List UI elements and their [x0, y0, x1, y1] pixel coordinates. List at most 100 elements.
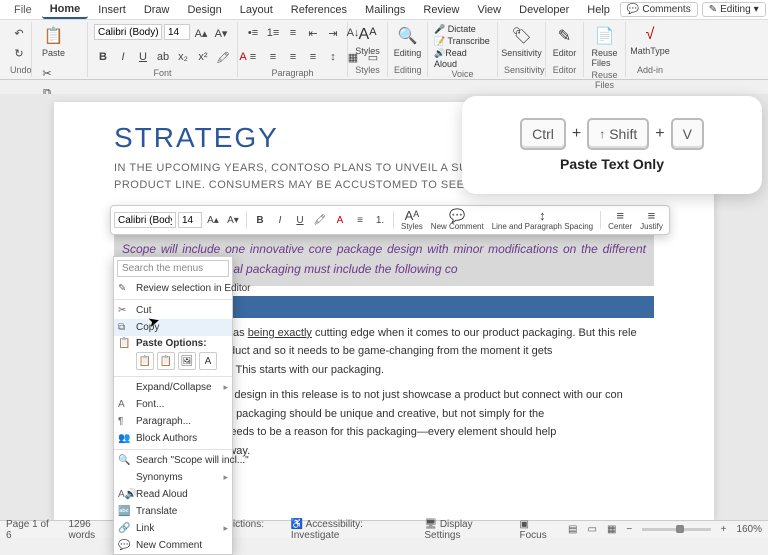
ctx-synonyms[interactable]: Synonyms▸ — [114, 469, 232, 486]
paste-picture-icon[interactable]: 🖼 — [178, 352, 196, 370]
ctx-paragraph[interactable]: ¶Paragraph... — [114, 413, 232, 430]
ctx-read-aloud[interactable]: A🔊Read Aloud — [114, 486, 232, 503]
paste-keep-source-icon[interactable]: 📋 — [136, 352, 154, 370]
align-center-icon[interactable]: ≡ — [264, 48, 282, 66]
group-paragraph-label: Paragraph — [244, 68, 341, 78]
view-print-icon[interactable]: ▤ — [568, 524, 577, 535]
sensitivity-button[interactable]: 🏷Sensitivity — [504, 24, 539, 60]
paste-text-only-icon[interactable]: A — [199, 352, 217, 370]
indent-dec-icon[interactable]: ⇤ — [304, 24, 322, 42]
tab-insert[interactable]: Insert — [90, 2, 134, 18]
tab-help[interactable]: Help — [579, 2, 618, 18]
mt-bullets-icon[interactable]: ≡ — [351, 211, 369, 229]
tab-review[interactable]: Review — [415, 2, 467, 18]
reuse-files-button[interactable]: 📄Reuse Files — [590, 24, 619, 70]
status-words[interactable]: 1296 words — [68, 519, 119, 541]
mt-font-size[interactable] — [178, 212, 202, 228]
italic-icon[interactable]: I — [114, 48, 132, 66]
mt-highlight-icon[interactable]: 🖍 — [311, 211, 329, 229]
tab-layout[interactable]: Layout — [232, 2, 281, 18]
strike-icon[interactable]: ab — [154, 48, 172, 66]
ctx-copy[interactable]: ⧉Copy — [114, 319, 232, 336]
editing-button[interactable]: 🔍Editing — [394, 24, 421, 60]
shrink-font-icon[interactable]: A▾ — [212, 24, 230, 42]
font-name-select[interactable] — [94, 24, 162, 40]
read-aloud-button[interactable]: 🔊Read Aloud — [434, 48, 491, 69]
ctx-search-input[interactable]: Search the menus — [117, 260, 229, 277]
mt-shrink-font-icon[interactable]: A▾ — [224, 211, 242, 229]
tab-file[interactable]: File — [6, 2, 40, 18]
mt-font-color-icon[interactable]: A — [331, 211, 349, 229]
numbering-icon[interactable]: 1≡ — [264, 24, 282, 42]
tab-design[interactable]: Design — [179, 2, 229, 18]
group-editing-label: Editing — [394, 65, 421, 75]
ctx-font[interactable]: AFont... — [114, 396, 232, 413]
tab-developer[interactable]: Developer — [511, 2, 577, 18]
status-display-settings[interactable]: 🖥 Display Settings — [424, 519, 509, 541]
underline-icon[interactable]: U — [134, 48, 152, 66]
superscript-icon[interactable]: x² — [194, 48, 212, 66]
mt-underline-icon[interactable]: U — [291, 211, 309, 229]
comments-button[interactable]: 💬 Comments — [620, 2, 698, 17]
zoom-level[interactable]: 160% — [736, 524, 762, 535]
mt-styles-icon: Aᴬ — [405, 209, 420, 222]
tab-references[interactable]: References — [283, 2, 355, 18]
font-size-select[interactable] — [164, 24, 190, 40]
zoom-slider[interactable] — [642, 528, 710, 531]
status-focus[interactable]: ▣ Focus — [519, 519, 558, 541]
status-page[interactable]: Page 1 of 6 — [6, 519, 56, 541]
mt-font-name[interactable] — [114, 212, 176, 228]
dictate-button[interactable]: 🎤 Dictate — [434, 24, 476, 35]
zoom-out-icon[interactable]: − — [626, 524, 632, 535]
paste-merge-icon[interactable]: 📋 — [157, 352, 175, 370]
zoom-in-icon[interactable]: + — [721, 524, 727, 535]
status-accessibility[interactable]: ♿ Accessibility: Investigate — [291, 519, 412, 541]
view-web-icon[interactable]: ▦ — [607, 524, 616, 535]
align-left-icon[interactable]: ≡ — [244, 48, 262, 66]
tab-mailings[interactable]: Mailings — [357, 2, 413, 18]
cut-icon: ✂ — [118, 305, 130, 316]
mt-bold-icon[interactable]: B — [251, 211, 269, 229]
ctx-link[interactable]: 🔗Link▸ — [114, 520, 232, 537]
align-right-icon[interactable]: ≡ — [284, 48, 302, 66]
mt-numbering-icon[interactable]: 1. — [371, 211, 389, 229]
editor-button[interactable]: ✎Editor — [552, 24, 577, 60]
justify-icon[interactable]: ≡ — [304, 48, 322, 66]
mt-grow-font-icon[interactable]: A▴ — [204, 211, 222, 229]
mt-justify-button[interactable]: ≡Justify — [637, 209, 666, 231]
highlight-icon[interactable]: 🖍 — [214, 48, 232, 66]
tab-draw[interactable]: Draw — [136, 2, 178, 18]
editing-mode-button[interactable]: ✎ Editing ▾ — [702, 2, 766, 17]
ctx-search-selection[interactable]: 🔍Search "Scope will incl..." — [114, 452, 232, 469]
styles-button[interactable]: AᴬStyles — [354, 24, 381, 58]
mt-styles-button[interactable]: AᴬStyles — [398, 209, 426, 231]
ctx-expand-collapse[interactable]: Expand/Collapse▸ — [114, 379, 232, 396]
tab-view[interactable]: View — [469, 2, 509, 18]
redo-icon[interactable]: ↻ — [10, 44, 28, 62]
ctx-new-comment[interactable]: 💬New Comment — [114, 537, 232, 554]
tab-home[interactable]: Home — [42, 1, 89, 19]
paste-button[interactable]: 📋Paste — [38, 24, 69, 60]
ctx-cut[interactable]: ✂Cut — [114, 302, 232, 319]
undo-icon[interactable]: ↶ — [10, 24, 28, 42]
grow-font-icon[interactable]: A▴ — [192, 24, 210, 42]
multilevel-icon[interactable]: ≡ — [284, 24, 302, 42]
mathtype-button[interactable]: √MathType — [632, 24, 668, 58]
subscript-icon[interactable]: x₂ — [174, 48, 192, 66]
mathtype-label: MathType — [630, 46, 670, 56]
line-spacing-icon[interactable]: ↕ — [324, 48, 342, 66]
indent-inc-icon[interactable]: ⇥ — [324, 24, 342, 42]
view-read-icon[interactable]: ▭ — [587, 524, 596, 535]
ctx-translate[interactable]: 🔤Translate — [114, 503, 232, 520]
cut-icon[interactable]: ✂ — [38, 64, 56, 82]
mt-line-spacing-button[interactable]: ↕Line and Paragraph Spacing — [489, 209, 596, 231]
styles-label: Styles — [355, 46, 380, 56]
ctx-block-authors[interactable]: 👥Block Authors — [114, 430, 232, 447]
mt-italic-icon[interactable]: I — [271, 211, 289, 229]
ctx-review-editor[interactable]: ✎Review selection in Editor — [114, 280, 232, 297]
mt-center-button[interactable]: ≡Center — [605, 209, 635, 231]
mt-new-comment-button[interactable]: 💬New Comment — [428, 209, 487, 231]
bullets-icon[interactable]: •≡ — [244, 24, 262, 42]
bold-icon[interactable]: B — [94, 48, 112, 66]
transcribe-button[interactable]: 📝 Transcribe — [434, 36, 490, 47]
